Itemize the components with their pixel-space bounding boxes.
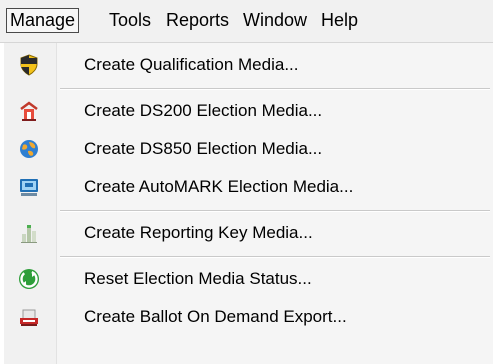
menu-help[interactable]: Help — [318, 9, 361, 32]
manage-dropdown-menu: Create Qualification Media... Create DS2… — [4, 43, 493, 364]
menu-bar: Manage Tools Reports Window Help — [0, 0, 493, 43]
menu-item-label: Create DS200 Election Media... — [84, 101, 323, 120]
menu-separator — [60, 256, 490, 258]
reporting-key-icon — [18, 222, 40, 244]
pdf-export-icon — [18, 306, 40, 328]
menu-item-label: Create AutoMARK Election Media... — [84, 177, 354, 196]
ds200-icon — [18, 100, 40, 122]
automark-icon — [18, 176, 40, 198]
menu-item-label: Create Ballot On Demand Export... — [84, 307, 347, 326]
menu-item-create-ds850-election-media[interactable]: Create DS850 Election Media... — [4, 130, 493, 168]
menu-item-label: Create DS850 Election Media... — [84, 139, 323, 158]
menu-item-create-ds200-election-media[interactable]: Create DS200 Election Media... — [4, 92, 493, 130]
menu-separator — [60, 210, 490, 212]
menu-tools[interactable]: Tools — [106, 9, 154, 32]
menu-manage[interactable]: Manage — [6, 8, 80, 33]
menu-item-create-qualification-media[interactable]: Create Qualification Media... — [4, 46, 493, 84]
menu-reports[interactable]: Reports — [163, 9, 232, 32]
menu-item-label: Reset Election Media Status... — [84, 269, 312, 288]
menu-item-label: Create Qualification Media... — [84, 55, 299, 74]
ds850-globe-icon — [18, 138, 40, 160]
menu-item-create-reporting-key-media[interactable]: Create Reporting Key Media... — [4, 214, 493, 252]
menu-item-reset-election-media-status[interactable]: Reset Election Media Status... — [4, 260, 493, 298]
shield-icon — [18, 54, 40, 76]
reset-refresh-icon — [18, 268, 40, 290]
menu-item-create-automark-election-media[interactable]: Create AutoMARK Election Media... — [4, 168, 493, 206]
menu-item-label: Create Reporting Key Media... — [84, 223, 313, 242]
menu-item-create-ballot-on-demand-export[interactable]: Create Ballot On Demand Export... — [4, 298, 493, 336]
menu-window[interactable]: Window — [240, 9, 310, 32]
menu-separator — [60, 88, 490, 90]
